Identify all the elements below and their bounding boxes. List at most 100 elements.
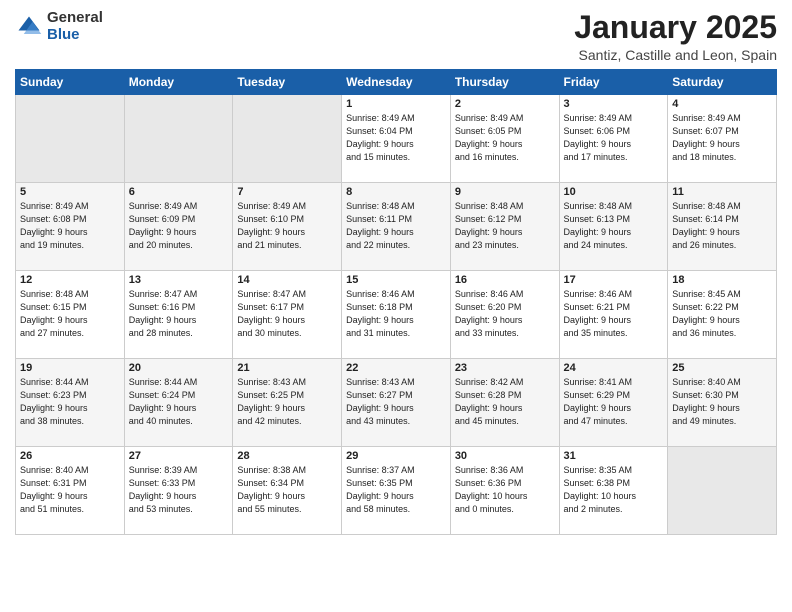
day-info: Sunrise: 8:36 AM Sunset: 6:36 PM Dayligh… <box>455 464 555 516</box>
day-info: Sunrise: 8:46 AM Sunset: 6:18 PM Dayligh… <box>346 288 446 340</box>
table-row: 30 Sunrise: 8:36 AM Sunset: 6:36 PM Dayli… <box>450 447 559 535</box>
day-info: Sunrise: 8:44 AM Sunset: 6:23 PM Dayligh… <box>20 376 120 428</box>
day-info: Sunrise: 8:49 AM Sunset: 6:10 PM Dayligh… <box>237 200 337 252</box>
day-number: 20 <box>129 362 229 374</box>
day-number: 25 <box>672 362 772 374</box>
calendar-week-row: 19 Sunrise: 8:44 AM Sunset: 6:23 PM Dayli… <box>16 359 777 447</box>
table-row: 6 Sunrise: 8:49 AM Sunset: 6:09 PM Daylig… <box>124 183 233 271</box>
table-row: 27Sunrise: 8:39 AM Sunset: 6:33 PM Dayli… <box>124 447 233 535</box>
day-info: Sunrise: 8:49 AM Sunset: 6:08 PM Dayligh… <box>20 200 120 252</box>
table-row: 1 Sunrise: 8:49 AM Sunset: 6:04 PM Daylig… <box>342 95 451 183</box>
day-number: 4 <box>672 98 772 110</box>
day-info: Sunrise: 8:42 AM Sunset: 6:28 PM Dayligh… <box>455 376 555 428</box>
table-row: 12 Sunrise: 8:48 AM Sunset: 6:15 PM Dayli… <box>16 271 125 359</box>
table-row: 5Sunrise: 8:49 AM Sunset: 6:08 PM Daylig… <box>16 183 125 271</box>
table-row <box>16 95 125 183</box>
day-number: 12 <box>20 274 120 286</box>
day-number: 19 <box>20 362 120 374</box>
day-number: 7 <box>237 186 337 198</box>
calendar-week-row: 5Sunrise: 8:49 AM Sunset: 6:08 PM Daylig… <box>16 183 777 271</box>
day-number: 21 <box>237 362 337 374</box>
day-number: 29 <box>346 450 446 462</box>
calendar-week-row: 26Sunrise: 8:40 AM Sunset: 6:31 PM Dayli… <box>16 447 777 535</box>
day-number: 15 <box>346 274 446 286</box>
table-row: 29 Sunrise: 8:37 AM Sunset: 6:35 PM Dayli… <box>342 447 451 535</box>
day-info: Sunrise: 8:44 AM Sunset: 6:24 PM Dayligh… <box>129 376 229 428</box>
day-info: Sunrise: 8:45 AM Sunset: 6:22 PM Dayligh… <box>672 288 772 340</box>
table-row: 17 Sunrise: 8:46 AM Sunset: 6:21 PM Dayli… <box>559 271 668 359</box>
day-number: 9 <box>455 186 555 198</box>
day-info: Sunrise: 8:39 AM Sunset: 6:33 PM Dayligh… <box>129 464 229 516</box>
day-info: Sunrise: 8:49 AM Sunset: 6:05 PM Dayligh… <box>455 112 555 164</box>
day-info: Sunrise: 8:43 AM Sunset: 6:27 PM Dayligh… <box>346 376 446 428</box>
day-info: Sunrise: 8:49 AM Sunset: 6:09 PM Dayligh… <box>129 200 229 252</box>
day-number: 11 <box>672 186 772 198</box>
header-monday: Monday <box>124 70 233 95</box>
day-info: Sunrise: 8:46 AM Sunset: 6:21 PM Dayligh… <box>564 288 664 340</box>
table-row: 24 Sunrise: 8:41 AM Sunset: 6:29 PM Dayli… <box>559 359 668 447</box>
day-info: Sunrise: 8:38 AM Sunset: 6:34 PM Dayligh… <box>237 464 337 516</box>
day-number: 30 <box>455 450 555 462</box>
table-row <box>668 447 777 535</box>
day-info: Sunrise: 8:48 AM Sunset: 6:12 PM Dayligh… <box>455 200 555 252</box>
table-row: 26Sunrise: 8:40 AM Sunset: 6:31 PM Dayli… <box>16 447 125 535</box>
day-info: Sunrise: 8:40 AM Sunset: 6:31 PM Dayligh… <box>20 464 120 516</box>
day-number: 3 <box>564 98 664 110</box>
table-row: 3 Sunrise: 8:49 AM Sunset: 6:06 PM Daylig… <box>559 95 668 183</box>
table-row: 18 Sunrise: 8:45 AM Sunset: 6:22 PM Dayli… <box>668 271 777 359</box>
calendar-week-row: 1 Sunrise: 8:49 AM Sunset: 6:04 PM Daylig… <box>16 95 777 183</box>
table-row <box>233 95 342 183</box>
day-number: 17 <box>564 274 664 286</box>
day-number: 18 <box>672 274 772 286</box>
day-info: Sunrise: 8:48 AM Sunset: 6:11 PM Dayligh… <box>346 200 446 252</box>
day-number: 10 <box>564 186 664 198</box>
header-wednesday: Wednesday <box>342 70 451 95</box>
day-info: Sunrise: 8:49 AM Sunset: 6:06 PM Dayligh… <box>564 112 664 164</box>
day-number: 14 <box>237 274 337 286</box>
day-info: Sunrise: 8:49 AM Sunset: 6:07 PM Dayligh… <box>672 112 772 164</box>
logo-general-text: General <box>47 10 103 27</box>
day-info: Sunrise: 8:49 AM Sunset: 6:04 PM Dayligh… <box>346 112 446 164</box>
logo-icon <box>15 13 43 41</box>
day-number: 23 <box>455 362 555 374</box>
day-number: 6 <box>129 186 229 198</box>
table-row: 11Sunrise: 8:48 AM Sunset: 6:14 PM Dayli… <box>668 183 777 271</box>
table-row: 10 Sunrise: 8:48 AM Sunset: 6:13 PM Dayli… <box>559 183 668 271</box>
header-thursday: Thursday <box>450 70 559 95</box>
day-info: Sunrise: 8:46 AM Sunset: 6:20 PM Dayligh… <box>455 288 555 340</box>
table-row: 23 Sunrise: 8:42 AM Sunset: 6:28 PM Dayli… <box>450 359 559 447</box>
table-row: 13Sunrise: 8:47 AM Sunset: 6:16 PM Dayli… <box>124 271 233 359</box>
table-row: 7 Sunrise: 8:49 AM Sunset: 6:10 PM Daylig… <box>233 183 342 271</box>
day-number: 22 <box>346 362 446 374</box>
day-info: Sunrise: 8:40 AM Sunset: 6:30 PM Dayligh… <box>672 376 772 428</box>
table-row: 8 Sunrise: 8:48 AM Sunset: 6:11 PM Daylig… <box>342 183 451 271</box>
day-info: Sunrise: 8:35 AM Sunset: 6:38 PM Dayligh… <box>564 464 664 516</box>
calendar-week-row: 12 Sunrise: 8:48 AM Sunset: 6:15 PM Dayli… <box>16 271 777 359</box>
header-saturday: Saturday <box>668 70 777 95</box>
table-row: 15 Sunrise: 8:46 AM Sunset: 6:18 PM Dayli… <box>342 271 451 359</box>
day-info: Sunrise: 8:48 AM Sunset: 6:15 PM Dayligh… <box>20 288 120 340</box>
logo: General Blue <box>15 10 103 43</box>
day-info: Sunrise: 8:37 AM Sunset: 6:35 PM Dayligh… <box>346 464 446 516</box>
weekday-header-row: Sunday Monday Tuesday Wednesday Thursday… <box>16 70 777 95</box>
day-number: 1 <box>346 98 446 110</box>
calendar-location: Santiz, Castille and Leon, Spain <box>574 47 777 63</box>
logo-blue-text: Blue <box>47 27 103 44</box>
table-row: 22 Sunrise: 8:43 AM Sunset: 6:27 PM Dayli… <box>342 359 451 447</box>
day-info: Sunrise: 8:41 AM Sunset: 6:29 PM Dayligh… <box>564 376 664 428</box>
header-tuesday: Tuesday <box>233 70 342 95</box>
day-number: 2 <box>455 98 555 110</box>
day-number: 16 <box>455 274 555 286</box>
title-block: January 2025 Santiz, Castille and Leon, … <box>574 10 777 63</box>
day-info: Sunrise: 8:43 AM Sunset: 6:25 PM Dayligh… <box>237 376 337 428</box>
day-number: 28 <box>237 450 337 462</box>
day-number: 24 <box>564 362 664 374</box>
day-number: 8 <box>346 186 446 198</box>
table-row: 16 Sunrise: 8:46 AM Sunset: 6:20 PM Dayli… <box>450 271 559 359</box>
table-row: 25 Sunrise: 8:40 AM Sunset: 6:30 PM Dayli… <box>668 359 777 447</box>
day-info: Sunrise: 8:47 AM Sunset: 6:17 PM Dayligh… <box>237 288 337 340</box>
logo-text: General Blue <box>47 10 103 43</box>
day-info: Sunrise: 8:47 AM Sunset: 6:16 PM Dayligh… <box>129 288 229 340</box>
day-info: Sunrise: 8:48 AM Sunset: 6:13 PM Dayligh… <box>564 200 664 252</box>
table-row: 31Sunrise: 8:35 AM Sunset: 6:38 PM Dayli… <box>559 447 668 535</box>
